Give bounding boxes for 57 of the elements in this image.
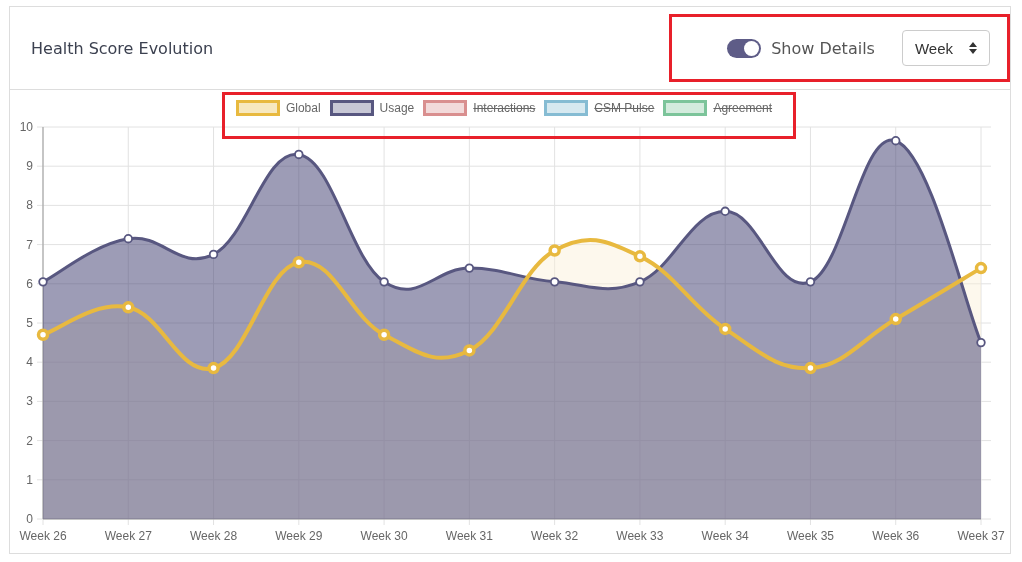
x-axis-label: Week 30 xyxy=(360,529,408,543)
y-axis-label: 1 xyxy=(26,472,33,487)
point xyxy=(292,255,306,269)
legend-label[interactable]: Usage xyxy=(379,101,415,115)
y-axis-label: 8 xyxy=(26,198,33,213)
x-axis-label: Week 32 xyxy=(531,529,579,543)
sort-caret-icon xyxy=(969,42,977,54)
legend-label[interactable]: Global xyxy=(285,101,321,115)
y-axis-label: 3 xyxy=(26,394,33,409)
y-axis-label: 4 xyxy=(26,355,33,370)
point xyxy=(207,361,220,375)
point xyxy=(635,277,645,287)
point xyxy=(633,250,647,263)
period-select[interactable]: Week xyxy=(901,30,990,66)
legend-label[interactable]: Interactions xyxy=(473,101,536,115)
x-axis-label: Week 37 xyxy=(957,529,1005,543)
x-axis-label: Week 27 xyxy=(104,529,152,543)
x-axis-label: Week 28 xyxy=(190,529,238,543)
point xyxy=(36,328,50,342)
x-axis-label: Week 36 xyxy=(872,529,920,543)
point xyxy=(208,249,219,260)
point xyxy=(549,277,560,287)
x-axis-label: Week 33 xyxy=(616,529,664,543)
point xyxy=(294,149,304,160)
y-axis-label: 2 xyxy=(26,433,33,448)
x-axis-label: Week 34 xyxy=(701,529,749,543)
point xyxy=(889,312,902,326)
point xyxy=(974,261,988,275)
point xyxy=(123,234,133,244)
point xyxy=(718,322,732,336)
y-axis-label: 6 xyxy=(26,276,33,291)
legend-label[interactable]: Agreement xyxy=(713,101,773,115)
point xyxy=(463,344,476,357)
point xyxy=(38,277,48,287)
point xyxy=(720,206,730,216)
x-axis-label: Week 29 xyxy=(275,529,323,543)
toggle-label[interactable]: Show Details xyxy=(771,38,875,58)
point xyxy=(976,337,986,348)
x-axis-label: Week 35 xyxy=(786,529,834,543)
legend-label[interactable]: CSM Pulse xyxy=(594,101,655,115)
point xyxy=(548,244,561,257)
toggle-switch[interactable] xyxy=(727,38,762,58)
x-axis-label: Week 31 xyxy=(445,529,493,543)
point xyxy=(464,263,475,273)
y-axis-label: 10 xyxy=(19,120,33,134)
point xyxy=(122,301,135,314)
y-axis-label: 7 xyxy=(26,237,33,252)
y-axis-label: 9 xyxy=(26,159,33,174)
card-title: Health Score Evolution xyxy=(31,38,214,58)
point xyxy=(377,328,391,342)
x-axis-label: Week 26 xyxy=(19,529,67,543)
point xyxy=(804,361,817,375)
y-axis-label: 0 xyxy=(26,512,33,526)
y-axis-label: 5 xyxy=(26,316,33,330)
point xyxy=(805,277,816,287)
point xyxy=(891,136,901,146)
point xyxy=(379,277,389,287)
